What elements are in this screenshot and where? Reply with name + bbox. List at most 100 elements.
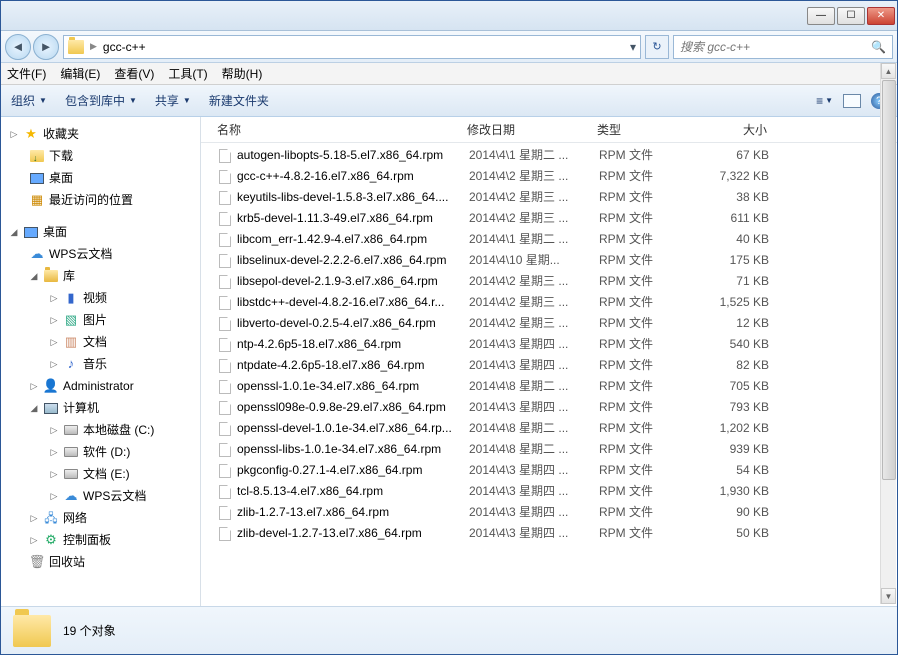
file-row[interactable]: pkgconfig-0.27.1-4.el7.x86_64.rpm2014\4\… xyxy=(201,460,897,481)
col-size[interactable]: 大小 xyxy=(697,121,777,138)
sidebar-desktop-root[interactable]: ◢桌面 xyxy=(1,221,200,243)
sidebar-computer[interactable]: ◢计算机 xyxy=(1,397,200,419)
sidebar-admin[interactable]: ▷👤Administrator xyxy=(1,375,200,397)
menu-tools[interactable]: 工具(T) xyxy=(168,65,207,82)
file-row[interactable]: keyutils-libs-devel-1.5.8-3.el7.x86_64..… xyxy=(201,187,897,208)
file-size: 40 KB xyxy=(699,230,779,249)
menu-edit[interactable]: 编辑(E) xyxy=(60,65,100,82)
col-name[interactable]: 名称 xyxy=(217,121,467,138)
sidebar-e-drive[interactable]: ▷文档 (E:) xyxy=(1,463,200,485)
file-row[interactable]: zlib-devel-1.2.7-13.el7.x86_64.rpm2014\4… xyxy=(201,523,897,544)
sidebar-library[interactable]: ◢库 xyxy=(1,265,200,287)
file-row[interactable]: libcom_err-1.42.9-4.el7.x86_64.rpm2014\4… xyxy=(201,229,897,250)
file-icon xyxy=(217,526,233,542)
scroll-up-button[interactable]: ▲ xyxy=(881,63,896,79)
search-input[interactable] xyxy=(680,40,871,54)
file-date: 2014\4\8 星期二 ... xyxy=(469,419,599,438)
column-headers: 名称 修改日期 类型 大小 xyxy=(201,117,897,143)
sidebar-control[interactable]: ▷⚙控制面板 xyxy=(1,529,200,551)
address-bar[interactable]: ▶ gcc-c++ ▾ xyxy=(63,35,641,59)
sidebar-recent[interactable]: ▦最近访问的位置 xyxy=(1,189,200,211)
file-icon xyxy=(217,274,233,290)
sidebar-c-drive[interactable]: ▷本地磁盘 (C:) xyxy=(1,419,200,441)
file-size: 1,525 KB xyxy=(699,293,779,312)
file-name: krb5-devel-1.11.3-49.el7.x86_64.rpm xyxy=(237,209,469,228)
file-date: 2014\4\3 星期四 ... xyxy=(469,398,599,417)
scroll-down-button[interactable]: ▼ xyxy=(881,588,896,604)
file-row[interactable]: libselinux-devel-2.2.2-6.el7.x86_64.rpm2… xyxy=(201,250,897,271)
file-row[interactable]: autogen-libopts-5.18-5.el7.x86_64.rpm201… xyxy=(201,145,897,166)
toolbar: 组织▼ 包含到库中▼ 共享▼ 新建文件夹 ≡ ▼ ? xyxy=(1,85,897,117)
forward-button[interactable]: ► xyxy=(33,34,59,60)
file-icon xyxy=(217,169,233,185)
chevron-right-icon: ▶ xyxy=(90,41,97,52)
file-name: zlib-devel-1.2.7-13.el7.x86_64.rpm xyxy=(237,524,469,543)
sidebar-d-drive[interactable]: ▷软件 (D:) xyxy=(1,441,200,463)
organize-button[interactable]: 组织▼ xyxy=(11,92,47,109)
file-row[interactable]: libsepol-devel-2.1.9-3.el7.x86_64.rpm201… xyxy=(201,271,897,292)
file-row[interactable]: libstdc++-devel-4.8.2-16.el7.x86_64.r...… xyxy=(201,292,897,313)
search-icon[interactable]: 🔍 xyxy=(871,40,886,54)
file-type: RPM 文件 xyxy=(599,503,699,522)
file-date: 2014\4\8 星期二 ... xyxy=(469,377,599,396)
scroll-thumb[interactable] xyxy=(882,80,896,480)
view-options-button[interactable]: ≡ ▼ xyxy=(816,94,833,108)
col-date[interactable]: 修改日期 xyxy=(467,121,597,138)
refresh-button[interactable]: ↻ xyxy=(645,35,669,59)
include-button[interactable]: 包含到库中▼ xyxy=(65,92,137,109)
file-date: 2014\4\3 星期四 ... xyxy=(469,524,599,543)
file-icon xyxy=(217,421,233,437)
file-row[interactable]: gcc-c++-4.8.2-16.el7.x86_64.rpm2014\4\2 … xyxy=(201,166,897,187)
share-button[interactable]: 共享▼ xyxy=(155,92,191,109)
address-dropdown[interactable]: ▾ xyxy=(630,40,636,54)
close-button[interactable]: ✕ xyxy=(867,7,895,25)
search-bar[interactable]: 🔍 xyxy=(673,35,893,59)
sidebar-desktop[interactable]: 桌面 xyxy=(1,167,200,189)
file-row[interactable]: zlib-1.2.7-13.el7.x86_64.rpm2014\4\3 星期四… xyxy=(201,502,897,523)
file-row[interactable]: openssl-devel-1.0.1e-34.el7.x86_64.rp...… xyxy=(201,418,897,439)
sidebar-documents[interactable]: ▷▥文档 xyxy=(1,331,200,353)
sidebar-network[interactable]: ▷🖧网络 xyxy=(1,507,200,529)
file-icon xyxy=(217,232,233,248)
file-row[interactable]: ntpdate-4.2.6p5-18.el7.x86_64.rpm2014\4\… xyxy=(201,355,897,376)
file-pane: 名称 修改日期 类型 大小 autogen-libopts-5.18-5.el7… xyxy=(201,117,897,606)
sidebar-video[interactable]: ▷▮视频 xyxy=(1,287,200,309)
file-row[interactable]: ntp-4.2.6p5-18.el7.x86_64.rpm2014\4\3 星期… xyxy=(201,334,897,355)
file-icon xyxy=(217,190,233,206)
sidebar-wpscloud2[interactable]: ▷☁WPS云文档 xyxy=(1,485,200,507)
file-row[interactable]: openssl-libs-1.0.1e-34.el7.x86_64.rpm201… xyxy=(201,439,897,460)
preview-pane-button[interactable] xyxy=(843,94,861,108)
file-name: openssl098e-0.9.8e-29.el7.x86_64.rpm xyxy=(237,398,469,417)
menu-file[interactable]: 文件(F) xyxy=(7,65,46,82)
file-type: RPM 文件 xyxy=(599,251,699,270)
minimize-button[interactable]: — xyxy=(807,7,835,25)
file-name: libstdc++-devel-4.8.2-16.el7.x86_64.r... xyxy=(237,293,469,312)
scrollbar[interactable]: ▲ ▼ xyxy=(880,63,896,604)
sidebar-recycle[interactable]: 🗑回收站 xyxy=(1,551,200,573)
file-row[interactable]: libverto-devel-0.2.5-4.el7.x86_64.rpm201… xyxy=(201,313,897,334)
file-icon xyxy=(217,463,233,479)
file-size: 38 KB xyxy=(699,188,779,207)
file-row[interactable]: krb5-devel-1.11.3-49.el7.x86_64.rpm2014\… xyxy=(201,208,897,229)
col-type[interactable]: 类型 xyxy=(597,121,697,138)
file-icon xyxy=(217,379,233,395)
file-row[interactable]: tcl-8.5.13-4.el7.x86_64.rpm2014\4\3 星期四 … xyxy=(201,481,897,502)
file-name: libverto-devel-0.2.5-4.el7.x86_64.rpm xyxy=(237,314,469,333)
sidebar-wpscloud[interactable]: ☁WPS云文档 xyxy=(1,243,200,265)
sidebar-music[interactable]: ▷♪音乐 xyxy=(1,353,200,375)
newfolder-button[interactable]: 新建文件夹 xyxy=(209,92,269,109)
menu-help[interactable]: 帮助(H) xyxy=(222,65,263,82)
file-size: 939 KB xyxy=(699,440,779,459)
maximize-button[interactable]: ☐ xyxy=(837,7,865,25)
sidebar-favorites[interactable]: ▷★收藏夹 xyxy=(1,123,200,145)
file-row[interactable]: openssl-1.0.1e-34.el7.x86_64.rpm2014\4\8… xyxy=(201,376,897,397)
back-button[interactable]: ◄ xyxy=(5,34,31,60)
menu-view[interactable]: 查看(V) xyxy=(114,65,154,82)
file-name: autogen-libopts-5.18-5.el7.x86_64.rpm xyxy=(237,146,469,165)
file-name: pkgconfig-0.27.1-4.el7.x86_64.rpm xyxy=(237,461,469,480)
file-date: 2014\4\2 星期三 ... xyxy=(469,209,599,228)
sidebar-downloads[interactable]: 下载 xyxy=(1,145,200,167)
sidebar-pictures[interactable]: ▷▧图片 xyxy=(1,309,200,331)
file-name: gcc-c++-4.8.2-16.el7.x86_64.rpm xyxy=(237,167,469,186)
file-row[interactable]: openssl098e-0.9.8e-29.el7.x86_64.rpm2014… xyxy=(201,397,897,418)
